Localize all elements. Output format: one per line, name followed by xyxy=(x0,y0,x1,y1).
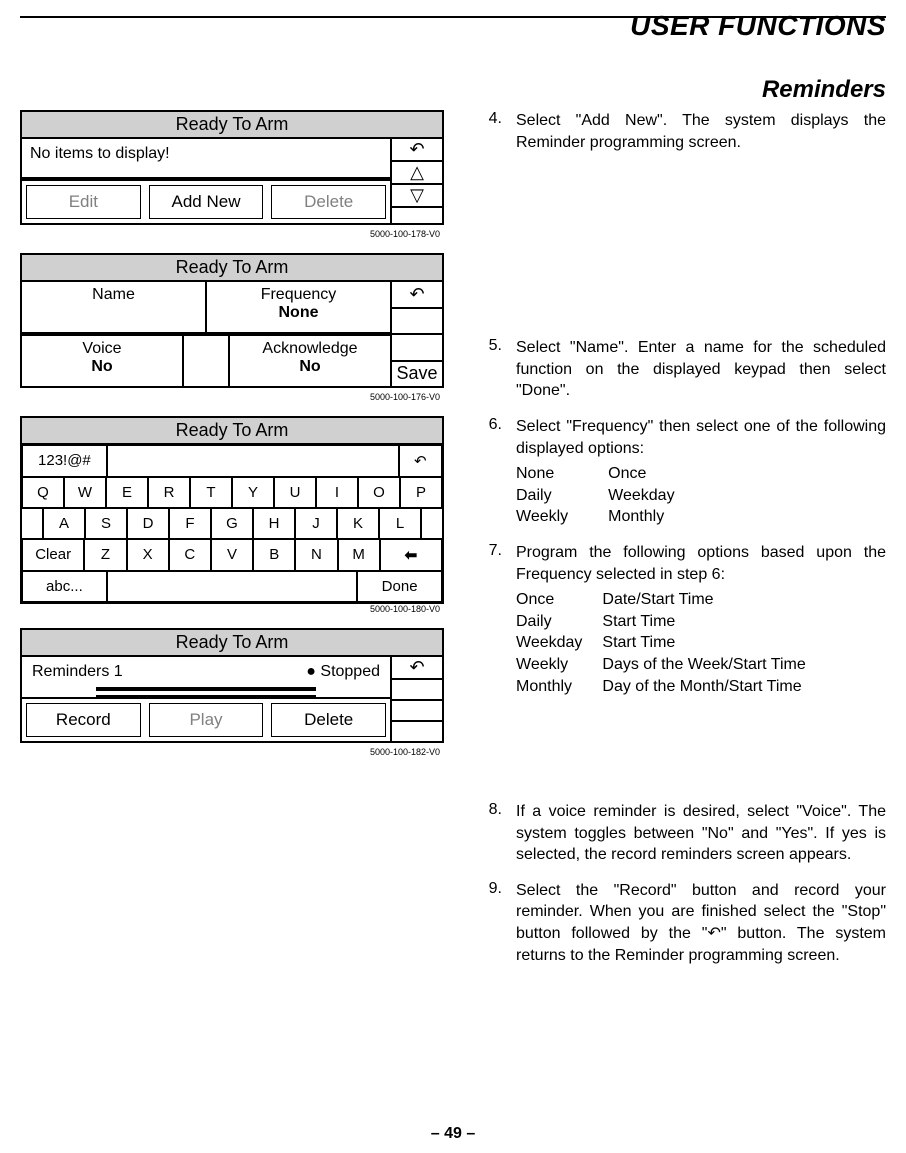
key-i[interactable]: I xyxy=(316,477,358,508)
key-d[interactable]: D xyxy=(127,508,169,539)
key-r[interactable]: R xyxy=(148,477,190,508)
voice-button[interactable]: Voice No xyxy=(22,336,184,386)
key-y[interactable]: Y xyxy=(232,477,274,508)
record-button[interactable]: Record xyxy=(26,703,141,737)
key-e[interactable]: E xyxy=(106,477,148,508)
key-b[interactable]: B xyxy=(253,539,295,571)
play-button[interactable]: Play xyxy=(149,703,264,737)
figure-caption: 5000-100-176-V0 xyxy=(20,392,440,402)
screen-title: Ready To Arm xyxy=(22,112,442,139)
key-p[interactable]: P xyxy=(400,477,442,508)
name-button[interactable]: Name xyxy=(22,282,207,332)
progress-bar xyxy=(96,687,316,697)
back-icon[interactable]: ↶ xyxy=(392,139,442,162)
key-j[interactable]: J xyxy=(295,508,337,539)
doc-subtitle: Reminders xyxy=(20,76,886,104)
step-5: 5. Select "Name". Enter a name for the s… xyxy=(480,337,886,402)
blank-button[interactable] xyxy=(392,335,442,362)
key-w[interactable]: W xyxy=(64,477,106,508)
backspace-icon[interactable]: ⬅ xyxy=(380,539,442,571)
screen-title: Ready To Arm xyxy=(22,255,442,282)
key-v[interactable]: V xyxy=(211,539,253,571)
figure-caption: 5000-100-180-V0 xyxy=(20,604,440,614)
instructions-column: 4. Select "Add New". The system displays… xyxy=(480,110,886,980)
clear-button[interactable]: Clear xyxy=(22,539,84,571)
key-t[interactable]: T xyxy=(190,477,232,508)
back-icon[interactable]: ↶ xyxy=(392,282,442,309)
step-8: 8. If a voice reminder is desired, selec… xyxy=(480,801,886,866)
add-new-button[interactable]: Add New xyxy=(149,185,264,219)
edit-button[interactable]: Edit xyxy=(26,185,141,219)
screen-reminder-list: Ready To Arm No items to display! Edit A… xyxy=(20,110,444,225)
page: USER FUNCTIONS Reminders Ready To Arm No… xyxy=(0,0,906,1153)
record-status: ● Stopped xyxy=(306,663,380,681)
step-4: 4. Select "Add New". The system displays… xyxy=(480,110,886,153)
step-9: 9. Select the "Record" button and record… xyxy=(480,880,886,966)
key-f[interactable]: F xyxy=(169,508,211,539)
figures-column: Ready To Arm No items to display! Edit A… xyxy=(20,110,450,980)
key-u[interactable]: U xyxy=(274,477,316,508)
symbols-button[interactable]: 123!@# xyxy=(22,445,107,477)
figure-caption: 5000-100-182-V0 xyxy=(20,747,440,757)
step-6: 6. Select "Frequency" then select one of… xyxy=(480,416,886,528)
key-o[interactable]: O xyxy=(358,477,400,508)
key-k[interactable]: K xyxy=(337,508,379,539)
delete-button[interactable]: Delete xyxy=(271,703,386,737)
down-icon[interactable]: ▽ xyxy=(392,185,442,208)
key-n[interactable]: N xyxy=(295,539,337,571)
step-7: 7. Program the following options based u… xyxy=(480,542,886,697)
screen-title: Ready To Arm xyxy=(22,630,442,657)
key-a[interactable]: A xyxy=(43,508,85,539)
blank-button[interactable] xyxy=(392,722,442,741)
up-icon[interactable]: △ xyxy=(392,162,442,185)
space-button[interactable] xyxy=(107,571,357,602)
back-icon[interactable]: ↶ xyxy=(399,445,442,477)
blank-button[interactable] xyxy=(392,208,442,223)
key-m[interactable]: M xyxy=(338,539,380,571)
reminder-label: Reminders 1 xyxy=(32,663,123,681)
key-g[interactable]: G xyxy=(211,508,253,539)
blank-button[interactable] xyxy=(392,701,442,722)
blank-button[interactable] xyxy=(392,680,442,701)
screen-title: Ready To Arm xyxy=(22,418,442,445)
screen-keypad: Ready To Arm 123!@# ↶ Q W E R T Y U I O … xyxy=(20,416,444,604)
page-number: – 49 – xyxy=(0,1125,906,1143)
key-l[interactable]: L xyxy=(379,508,421,539)
acknowledge-button[interactable]: Acknowledge No xyxy=(228,336,390,386)
save-button[interactable]: Save xyxy=(392,362,442,387)
done-button[interactable]: Done xyxy=(357,571,442,602)
key-h[interactable]: H xyxy=(253,508,295,539)
figure-caption: 5000-100-178-V0 xyxy=(20,229,440,239)
key-q[interactable]: Q xyxy=(22,477,64,508)
screen-reminder-program: Ready To Arm Name Frequency None xyxy=(20,253,444,388)
abc-button[interactable]: abc... xyxy=(22,571,107,602)
delete-button[interactable]: Delete xyxy=(271,185,386,219)
list-area: No items to display! xyxy=(22,139,390,179)
text-input[interactable] xyxy=(107,445,399,477)
key-c[interactable]: C xyxy=(169,539,211,571)
key-z[interactable]: Z xyxy=(84,539,126,571)
key-x[interactable]: X xyxy=(127,539,169,571)
screen-voice-record: Ready To Arm Reminders 1 ● Stopped Recor… xyxy=(20,628,444,743)
blank-button[interactable] xyxy=(392,309,442,336)
frequency-button[interactable]: Frequency None xyxy=(207,282,390,332)
key-s[interactable]: S xyxy=(85,508,127,539)
back-icon[interactable]: ↶ xyxy=(392,657,442,680)
